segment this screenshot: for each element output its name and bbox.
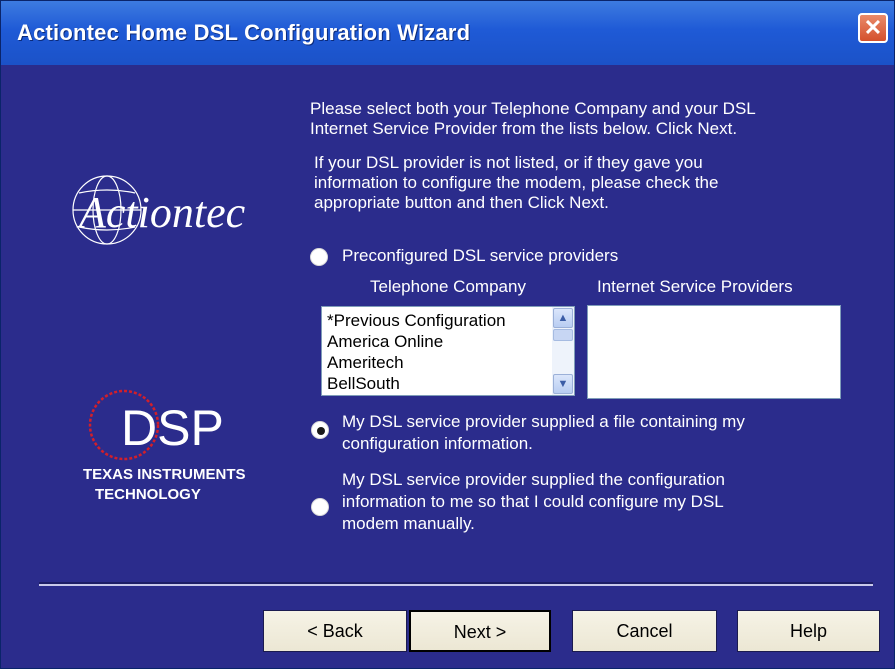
next-button[interactable]: Next > xyxy=(409,610,551,652)
ti-line2: TECHNOLOGY xyxy=(95,486,201,503)
telephone-company-header: Telephone Company xyxy=(370,277,526,296)
telephone-list-item[interactable]: BellSouth xyxy=(322,373,552,394)
wizard-body: Actiontec DSP TEXAS INSTRUMENTS TECHNOLO… xyxy=(1,65,894,668)
manual-option-line2: information to me so that I could config… xyxy=(342,492,724,511)
wizard-window: Actiontec Home DSL Configuration Wizard … xyxy=(0,0,895,669)
instructions-paragraph-1: Please select both your Telephone Compan… xyxy=(310,99,870,139)
actiontec-wordmark: Actiontec xyxy=(76,188,246,237)
back-button[interactable]: < Back xyxy=(263,610,407,652)
instruction-line: If your DSL provider is not listed, or i… xyxy=(314,153,703,172)
title-bar[interactable]: Actiontec Home DSL Configuration Wizard … xyxy=(1,1,894,65)
divider xyxy=(39,582,873,586)
manual-option-line3: modem manually. xyxy=(342,514,475,533)
scroll-down-icon[interactable]: ▼ xyxy=(553,374,573,394)
radio-selected-dot xyxy=(317,427,325,435)
telephone-items: *Previous Configuration America Online Ame… xyxy=(322,307,552,394)
dsp-logo: DSP TEXAS INSTRUMENTS TECHNOLOGY xyxy=(83,389,246,503)
isp-list[interactable] xyxy=(587,305,841,399)
window-title: Actiontec Home DSL Configuration Wizard xyxy=(17,20,471,45)
dsp-wordmark: DSP xyxy=(121,400,224,456)
instructions-paragraph-2: If your DSL provider is not listed, or i… xyxy=(314,153,874,213)
telephone-list-item[interactable]: America Online xyxy=(322,331,552,352)
actiontec-logo: Actiontec xyxy=(72,175,246,245)
file-option-line2: configuration information. xyxy=(342,434,533,453)
close-button[interactable]: ✕ xyxy=(858,13,888,43)
close-icon: ✕ xyxy=(863,15,883,40)
telephone-list-item[interactable]: Ameritech xyxy=(322,352,552,373)
radio-file[interactable] xyxy=(311,421,329,439)
scroll-thumb[interactable] xyxy=(553,329,573,341)
instruction-line: information to configure the modem, plea… xyxy=(314,173,719,192)
telephone-company-list[interactable]: *Previous Configuration America Online Ame… xyxy=(321,306,575,396)
manual-option-line1: My DSL service provider supplied the con… xyxy=(342,470,726,489)
help-button[interactable]: Help xyxy=(737,610,880,652)
telephone-scrollbar[interactable]: ▲ ▼ xyxy=(552,307,574,395)
instruction-line: appropriate button and then Click Next. xyxy=(314,193,609,212)
radio-preconfigured[interactable] xyxy=(310,248,328,266)
ti-line1: TEXAS INSTRUMENTS xyxy=(83,466,246,483)
file-option-line1: My DSL service provider supplied a file … xyxy=(342,412,745,431)
preconfigured-label: Preconfigured DSL service providers xyxy=(342,246,619,265)
instruction-line: Please select both your Telephone Compan… xyxy=(310,99,756,118)
radio-manual[interactable] xyxy=(311,498,329,516)
isp-header: Internet Service Providers xyxy=(597,277,793,296)
cancel-button[interactable]: Cancel xyxy=(572,610,717,652)
instruction-line: Internet Service Provider from the lists… xyxy=(310,119,738,138)
scroll-up-icon[interactable]: ▲ xyxy=(553,308,573,328)
telephone-list-item[interactable]: *Previous Configuration xyxy=(322,310,552,331)
